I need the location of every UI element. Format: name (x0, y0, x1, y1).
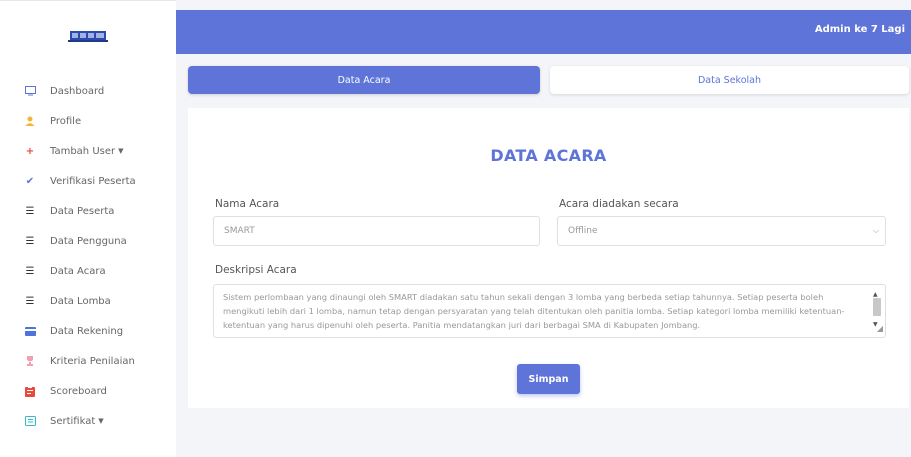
tab-data-acara[interactable]: Data Acara (188, 66, 540, 94)
sidebar-item-label: Profile (50, 115, 82, 127)
certificate-icon (24, 415, 36, 427)
list-icon: ☰ (25, 265, 35, 277)
sidebar-item-label: Kriteria Penilaian (50, 355, 135, 367)
form-card: DATA ACARA Nama Acara SMART Acara diadak… (188, 108, 909, 408)
sidebar-item-data-acara[interactable]: ☰ Data Acara (24, 261, 106, 281)
sidebar-item-tambah-user[interactable]: + Tambah User ▼ (24, 141, 124, 161)
sidebar-item-dashboard[interactable]: Dashboard (24, 81, 104, 101)
sidebar-item-label: Data Pengguna (50, 235, 127, 247)
sidebar: Dashboard Profile + Tambah User ▼ ✔ Veri… (0, 0, 176, 457)
nama-acara-input[interactable]: SMART (213, 216, 540, 246)
sidebar-item-label: Sertifikat (50, 415, 96, 427)
sidebar-item-data-lomba[interactable]: ☰ Data Lomba (24, 291, 111, 311)
nama-acara-value: SMART (224, 226, 255, 236)
sidebar-item-label: Data Acara (50, 265, 106, 277)
app-logo[interactable] (68, 28, 108, 42)
sidebar-item-scoreboard[interactable]: Scoreboard (24, 381, 107, 401)
list-icon: ☰ (25, 295, 35, 307)
scrollbar-thumb[interactable] (873, 298, 881, 316)
caret-down-icon: ▼ (118, 147, 124, 155)
caret-down-icon: ▼ (98, 417, 104, 425)
mode-acara-value: Offline (568, 226, 598, 236)
credit-card-icon (24, 325, 36, 337)
monitor-icon (24, 85, 36, 97)
sidebar-item-label: Scoreboard (50, 385, 107, 397)
tab-data-sekolah[interactable]: Data Sekolah (550, 66, 909, 94)
sidebar-item-label: Data Peserta (50, 205, 115, 217)
sidebar-item-verifikasi-peserta[interactable]: ✔ Verifikasi Peserta (24, 171, 136, 191)
simpan-button[interactable]: Simpan (517, 364, 580, 394)
mode-acara-select[interactable]: Offline ⌵ (557, 216, 886, 246)
deskripsi-label: Deskripsi Acara (215, 264, 297, 276)
sidebar-item-data-peserta[interactable]: ☰ Data Peserta (24, 201, 115, 221)
check-icon: ✔ (25, 175, 35, 187)
plus-icon: + (25, 145, 35, 157)
user-name[interactable]: Admin ke 7 Lagi (815, 24, 905, 35)
sidebar-item-data-rekening[interactable]: Data Rekening (24, 321, 123, 341)
sidebar-item-label: Data Lomba (50, 295, 111, 307)
page-title: DATA ACARA (490, 146, 607, 165)
sidebar-item-label: Verifikasi Peserta (50, 175, 136, 187)
clipboard-icon (24, 385, 36, 397)
sidebar-item-label: Data Rekening (50, 325, 124, 337)
deskripsi-textarea[interactable]: Sistem perlombaan yang dinaungi oleh SMA… (213, 284, 886, 338)
topbar: Admin ke 7 Lagi (176, 10, 911, 54)
sidebar-item-sertifikat[interactable]: Sertifikat ▼ (24, 411, 104, 431)
resize-handle-icon[interactable]: ◢ (877, 322, 883, 336)
sidebar-item-profile[interactable]: Profile (24, 111, 81, 131)
nama-acara-label: Nama Acara (215, 198, 280, 210)
mode-acara-label: Acara diadakan secara (559, 198, 679, 210)
user-icon (24, 115, 36, 127)
list-icon: ☰ (25, 235, 35, 247)
sidebar-item-kriteria-penilaian[interactable]: Kriteria Penilaian (24, 351, 135, 371)
sidebar-item-label: Dashboard (50, 85, 105, 97)
trophy-icon (24, 355, 36, 367)
chevron-down-icon: ⌵ (872, 226, 879, 235)
sidebar-item-label: Tambah User (50, 145, 116, 157)
sidebar-item-data-pengguna[interactable]: ☰ Data Pengguna (24, 231, 127, 251)
list-icon: ☰ (25, 205, 35, 217)
deskripsi-value: Sistem perlombaan yang dinaungi oleh SMA… (223, 292, 845, 330)
